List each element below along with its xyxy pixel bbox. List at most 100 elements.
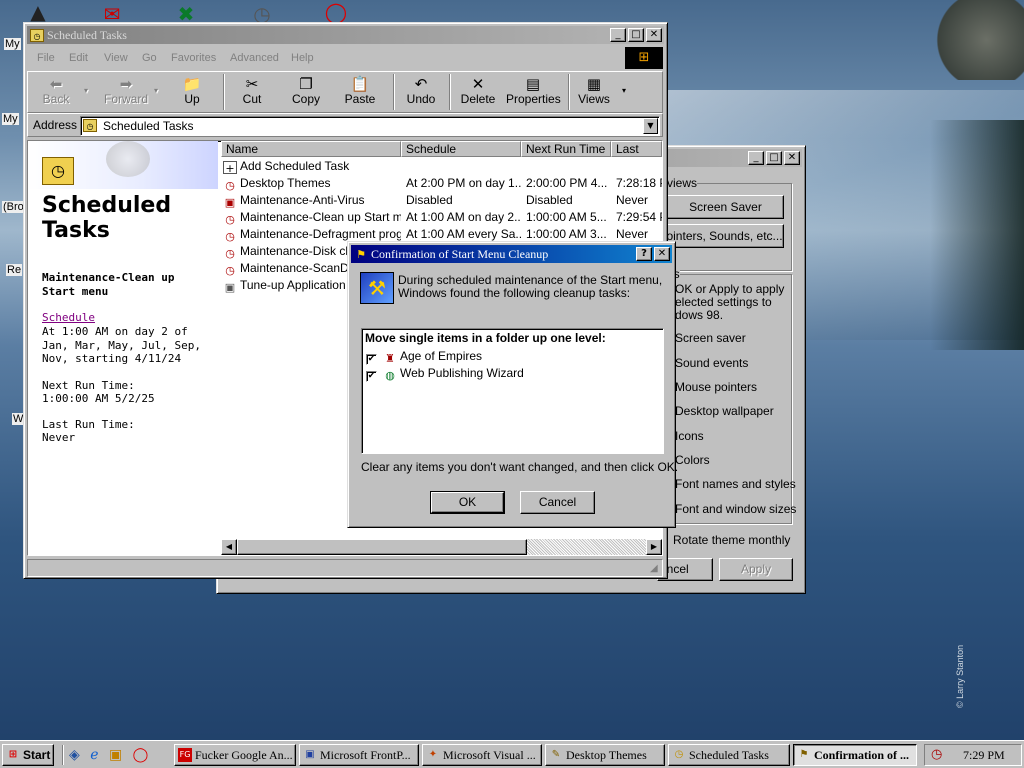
back-button[interactable]: ⬅ Back	[34, 72, 78, 110]
properties-button[interactable]: ▤ Properties	[506, 72, 561, 110]
setting-item-sound-events[interactable]: Sound events	[675, 356, 748, 370]
schedule-link[interactable]: Schedule	[42, 311, 95, 324]
table-row[interactable]: ◷ Desktop Themes At 2:00 PM on day 1... 2…	[221, 175, 662, 192]
task-clock-icon: ◷	[225, 230, 235, 243]
views-group-title: views	[667, 176, 698, 190]
taskbar-item-google[interactable]: FG Fucker Google An...	[174, 744, 296, 766]
desktop-icon-opera[interactable]: ◯	[322, 0, 350, 24]
menu-view[interactable]: View	[104, 47, 128, 69]
info-pane: ◷ Scheduled Tasks Maintenance-Clean up S…	[28, 141, 218, 555]
setting-item-font-names[interactable]: Font names and styles	[675, 477, 796, 491]
delete-button[interactable]: ✕ Delete	[456, 72, 500, 110]
menu-go[interactable]: Go	[142, 47, 157, 69]
table-row[interactable]: + Add Scheduled Task	[221, 158, 662, 175]
setting-item-icons[interactable]: Icons	[675, 429, 704, 443]
back-dropdown-icon[interactable]: ▾	[84, 86, 88, 95]
table-row[interactable]: ◷Maintenance-Clean up Start me... At 1:0…	[221, 209, 662, 226]
pointers-sounds-button[interactable]: ointers, Sounds, etc...	[665, 224, 784, 248]
taskbar-item-desktop-themes[interactable]: ✎ Desktop Themes	[545, 744, 665, 766]
scheduled-tasks-titlebar[interactable]: ◷ Scheduled Tasks _ □ ✕	[27, 26, 664, 44]
table-row[interactable]: ▣ Maintenance-Anti-Virus Disabled Disable…	[221, 192, 662, 209]
themes-icon: ✎	[551, 749, 561, 760]
menu-favorites[interactable]: Favorites	[171, 47, 216, 69]
checkbox[interactable]: ✔	[366, 354, 377, 365]
last-run-label: Last Run Time:	[42, 418, 135, 431]
apply-button[interactable]: Apply	[719, 558, 793, 581]
copy-button[interactable]: ❐ Copy	[284, 72, 328, 110]
setting-item-screen-saver[interactable]: Screen saver	[675, 331, 746, 345]
column-name[interactable]: Name	[221, 141, 401, 157]
show-desktop-icon[interactable]: ◈	[69, 747, 80, 763]
up-button[interactable]: 📁 Up	[170, 72, 214, 110]
address-value: Scheduled Tasks	[103, 119, 194, 133]
toolbar-separator	[568, 74, 570, 110]
dialog-titlebar[interactable]: ⚑ Confirmation of Start Menu Cleanup ? ✕	[351, 245, 672, 263]
undo-button[interactable]: ↶ Undo	[399, 72, 443, 110]
maximize-button[interactable]: □	[766, 151, 782, 165]
taskbar-item-scheduled-tasks[interactable]: ◷ Scheduled Tasks	[668, 744, 790, 766]
clock[interactable]: 7:29 PM	[963, 748, 1005, 763]
address-dropdown-button[interactable]: ▼	[643, 118, 658, 134]
menu-edit[interactable]: Edit	[69, 47, 88, 69]
cancel-button[interactable]: Cancel	[520, 491, 595, 514]
list-item[interactable]: ✔ ◍ Web Publishing Wizard	[366, 366, 524, 382]
rotate-theme-checkbox[interactable]: Rotate theme monthly	[673, 533, 790, 547]
toolbar-separator	[449, 74, 451, 110]
minimize-button[interactable]: _	[610, 28, 626, 42]
opera-icon[interactable]: ◯	[133, 747, 149, 763]
folder-up-icon: 📁	[182, 75, 202, 93]
close-button[interactable]: ✕	[784, 151, 800, 165]
setting-item-colors[interactable]: Colors	[675, 453, 710, 467]
forward-button[interactable]: ➡ Forward	[98, 72, 154, 110]
views-dropdown-icon[interactable]: ▾	[622, 86, 626, 95]
list-item[interactable]: ✔ ♜ Age of Empires	[366, 349, 482, 365]
taskbar-item-frontpage[interactable]: ▣ Microsoft FrontP...	[299, 744, 419, 766]
internet-explorer-icon[interactable]: ℯ	[90, 747, 98, 763]
setting-item-desktop-wallpaper[interactable]: Desktop wallpaper	[675, 404, 774, 418]
taskbar-item-confirmation[interactable]: ⚑ Confirmation of ...	[793, 744, 917, 766]
menu-bar: File Edit View Go Favorites Advanced Hel…	[27, 47, 624, 69]
desktop-label-2[interactable]: My	[2, 113, 19, 125]
delete-x-icon: ✕	[471, 75, 485, 93]
cut-button[interactable]: ✂ Cut	[232, 72, 272, 110]
start-button[interactable]: ⊞ Start	[2, 744, 54, 766]
next-run-label: Next Run Time:	[42, 379, 135, 392]
checkbox[interactable]: ✔	[366, 371, 377, 382]
minimize-button[interactable]: _	[748, 151, 764, 165]
column-next-run[interactable]: Next Run Time	[521, 141, 611, 157]
address-input[interactable]: ◷ Scheduled Tasks ▼	[80, 116, 660, 136]
paste-button[interactable]: 📋 Paste	[338, 72, 382, 110]
confirmation-dialog[interactable]: ⚑ Confirmation of Start Menu Cleanup ? ✕…	[347, 241, 678, 528]
menu-file[interactable]: File	[37, 47, 55, 69]
column-last-run[interactable]: Last Run	[611, 141, 662, 157]
desktop-label-1[interactable]: My	[4, 38, 21, 50]
setting-item-mouse-pointers[interactable]: Mouse pointers	[675, 380, 757, 394]
desktop-label-4[interactable]: Re	[6, 264, 23, 276]
desktop-icon-computer[interactable]: ▲	[24, 0, 52, 24]
ok-button[interactable]: OK	[430, 491, 505, 514]
task-clock-icon: ◷	[225, 247, 235, 260]
scroll-thumb[interactable]	[237, 539, 527, 555]
taskbar-item-visual[interactable]: ✦ Microsoft Visual ...	[422, 744, 542, 766]
views-button[interactable]: ▦ Views	[574, 72, 614, 110]
help-button[interactable]: ?	[636, 247, 652, 261]
resize-grip-icon[interactable]: ◢	[650, 563, 658, 574]
schedule-detail: At 1:00 AM on day 2 of Jan, Mar, May, Ju…	[42, 325, 201, 365]
close-button[interactable]: ✕	[646, 28, 662, 42]
horizontal-scrollbar[interactable]: ◀ ▶	[221, 539, 662, 555]
address-label: Address	[33, 118, 78, 132]
screen-saver-button[interactable]: Screen Saver	[667, 195, 784, 219]
setting-item-font-sizes[interactable]: Font and window sizes	[675, 502, 796, 516]
column-schedule[interactable]: Schedule	[401, 141, 521, 157]
scheduler-tray-icon[interactable]: ◷	[931, 747, 942, 762]
close-button[interactable]: ✕	[654, 247, 670, 261]
maximize-button[interactable]: □	[628, 28, 644, 42]
scroll-left-button[interactable]: ◀	[221, 539, 237, 555]
scroll-right-button[interactable]: ▶	[646, 539, 662, 555]
desktop-label-3[interactable]: (Bro	[2, 201, 25, 213]
dialog-title: Confirmation of Start Menu Cleanup	[371, 246, 549, 261]
channels-icon[interactable]: ▣	[109, 747, 122, 763]
menu-advanced[interactable]: Advanced	[230, 47, 279, 69]
forward-dropdown-icon[interactable]: ▾	[154, 86, 158, 95]
menu-help[interactable]: Help	[291, 47, 314, 69]
